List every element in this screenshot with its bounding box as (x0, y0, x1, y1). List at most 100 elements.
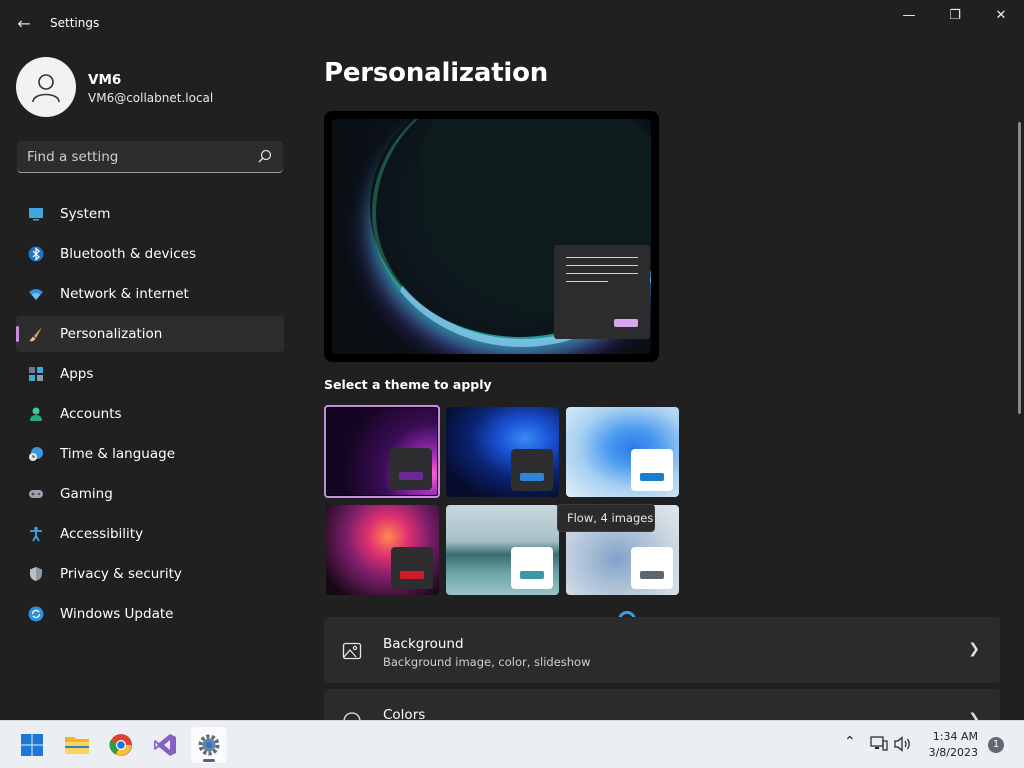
search-input[interactable]: Find a setting (17, 141, 283, 173)
person-icon (30, 407, 42, 421)
sidebar-item-bluetooth[interactable]: Bluetooth & devices (16, 236, 284, 272)
back-arrow-icon[interactable]: ← (12, 12, 36, 36)
gamepad-icon (29, 490, 43, 498)
chevron-right-icon: ❯ (968, 641, 980, 657)
wifi-icon (29, 289, 43, 300)
user-name: VM6 (88, 72, 122, 88)
search-placeholder: Find a setting (27, 149, 119, 165)
theme-tile-captured-motion[interactable] (326, 505, 439, 595)
network-icon[interactable] (870, 736, 888, 752)
image-icon (342, 642, 362, 660)
preview-line (566, 265, 638, 266)
sidebar-item-label: Gaming (60, 486, 113, 502)
monitor-icon (29, 208, 43, 221)
sidebar-item-accounts[interactable]: Accounts (16, 396, 284, 432)
palette-icon (343, 712, 361, 720)
clock-time[interactable]: 1:34 AM (930, 730, 978, 743)
card-title: Background (383, 636, 464, 652)
sidebar-item-system[interactable]: System (16, 196, 284, 232)
theme-chip (391, 547, 433, 589)
chevron-right-icon: ❯ (968, 711, 980, 720)
theme-tile-sunrise[interactable] (446, 505, 559, 595)
user-silhouette-icon (32, 74, 60, 103)
apps-icon (29, 367, 43, 381)
card-subtitle: Background image, color, slideshow (383, 655, 591, 669)
file-explorer-icon (65, 737, 89, 754)
card-title: Colors (383, 707, 426, 720)
background-card[interactable]: Background Background image, color, slid… (324, 617, 1000, 683)
accessibility-icon (30, 526, 42, 542)
sidebar-item-label: Privacy & security (60, 566, 182, 582)
notification-badge[interactable]: 1 (988, 737, 1004, 753)
sidebar-item-label: Accessibility (60, 526, 144, 542)
sidebar-item-apps[interactable]: Apps (16, 356, 284, 392)
theme-chip (511, 547, 553, 589)
volume-icon[interactable] (894, 736, 912, 752)
globe-clock-icon (29, 447, 43, 461)
preview-line (566, 281, 608, 282)
sidebar-item-label: Bluetooth & devices (60, 246, 197, 262)
preview-line (566, 273, 638, 274)
clock-date[interactable]: 3/8/2023 (924, 746, 978, 759)
settings-taskbar-button[interactable] (191, 727, 227, 763)
sidebar-item-label: Time & language (60, 446, 176, 462)
minimize-button[interactable]: — (886, 0, 932, 32)
theme-chip (631, 449, 673, 491)
sidebar-item-privacy[interactable]: Privacy & security (16, 556, 284, 592)
sidebar-item-label: System (60, 206, 111, 222)
bluetooth-icon (28, 246, 44, 262)
sidebar-item-network[interactable]: Network & internet (16, 276, 284, 312)
sidebar-item-time-language[interactable]: Time & language (16, 436, 284, 472)
page-title: Personalization (324, 58, 549, 88)
search-icon[interactable] (257, 148, 273, 164)
sidebar-item-label: Apps (60, 366, 94, 382)
theme-chip (511, 449, 553, 491)
sidebar-item-label: Network & internet (60, 286, 189, 302)
preview-button (614, 319, 638, 327)
theme-accent-bar (640, 473, 664, 481)
settings-gear-icon (198, 734, 220, 756)
close-button[interactable]: ✕ (978, 0, 1024, 32)
themes-label: Select a theme to apply (324, 377, 492, 392)
colors-card[interactable]: Colors ❯ (324, 689, 1000, 720)
theme-accent-bar (640, 571, 664, 579)
theme-tile-bloom-dark[interactable] (446, 407, 559, 497)
chrome-button[interactable] (103, 727, 139, 763)
visual-studio-icon (154, 734, 176, 756)
avatar[interactable] (16, 57, 76, 117)
preview-line (566, 257, 638, 258)
update-icon (28, 606, 44, 622)
theme-accent-bar (520, 473, 544, 481)
theme-accent-bar (399, 472, 423, 480)
sidebar-item-windows-update[interactable]: Windows Update (16, 596, 284, 632)
theme-grid (324, 405, 680, 597)
theme-tile-bloom-light[interactable] (566, 407, 679, 497)
theme-tooltip: Flow, 4 images (557, 504, 655, 532)
shield-icon (30, 567, 42, 581)
app-title: Settings (50, 16, 100, 30)
sidebar-item-label: Personalization (60, 326, 163, 342)
sidebar-item-gaming[interactable]: Gaming (16, 476, 284, 512)
preview-wallpaper (332, 119, 651, 354)
chevron-up-icon[interactable]: ⌃ (844, 734, 856, 750)
chrome-icon (109, 734, 132, 756)
sidebar-nav: System Bluetooth & devices Network & int… (16, 196, 284, 636)
theme-accent-bar (400, 571, 424, 579)
theme-chip (390, 448, 432, 490)
theme-accent-bar (520, 571, 544, 579)
sidebar-item-label: Accounts (60, 406, 122, 422)
theme-preview (324, 111, 659, 362)
visual-studio-button[interactable] (147, 727, 183, 763)
user-email: VM6@collabnet.local (88, 91, 214, 105)
brush-icon (29, 327, 42, 342)
theme-tile-glow[interactable] (324, 405, 440, 498)
maximize-button[interactable]: ❐ (932, 0, 978, 32)
title-bar: ← Settings — ❐ ✕ (0, 0, 1024, 48)
file-explorer-button[interactable] (59, 727, 95, 763)
taskbar: ⌃ 1:34 AM 3/8/2023 1 (0, 720, 1024, 768)
sidebar-item-personalization[interactable]: Personalization (16, 316, 284, 352)
sidebar-item-accessibility[interactable]: Accessibility (16, 516, 284, 552)
scrollbar[interactable] (1018, 122, 1021, 414)
preview-window (554, 245, 650, 339)
start-button[interactable] (14, 727, 50, 763)
